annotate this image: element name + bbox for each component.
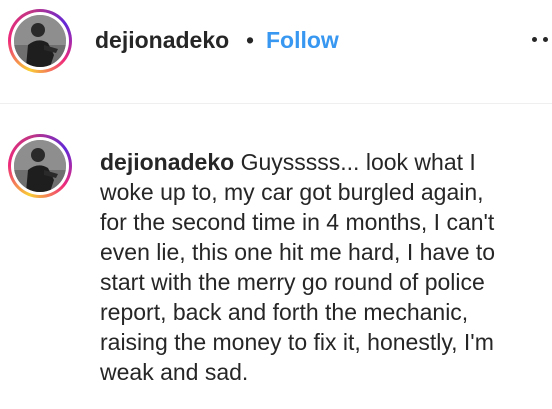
caption-line: report, back and forth the mechanic,: [100, 299, 469, 325]
caption-line: woke up to, my car got burgled again,: [100, 179, 484, 205]
post-header: dejionadeko • Follow: [0, 0, 552, 84]
caption-line: weak and sad.: [100, 359, 249, 385]
caption-username[interactable]: dejionadeko: [100, 149, 234, 175]
profile-avatar[interactable]: [8, 9, 72, 73]
caption-line: even lie, this one hit me hard, I have t…: [100, 239, 496, 265]
separator-dot: •: [246, 27, 255, 53]
caption-text: Guysssss... look what I: [240, 149, 476, 175]
header-divider: [0, 103, 552, 104]
avatar-frame: [11, 137, 69, 195]
more-options-icon[interactable]: [530, 34, 552, 44]
caption-line: dejionadeko Guysssss... look what I: [100, 147, 546, 177]
post-caption: dejionadeko Guysssss... look what I woke…: [100, 147, 546, 387]
avatar-photo: [14, 140, 66, 192]
caption-line: raising the money to fix it, honestly, I…: [100, 329, 494, 355]
avatar-frame: [11, 12, 69, 70]
avatar-photo: [14, 15, 66, 67]
caption-line: start with the merry go round of police: [100, 269, 485, 295]
comment-avatar[interactable]: [8, 134, 72, 198]
follow-button[interactable]: Follow: [266, 25, 339, 55]
header-username[interactable]: dejionadeko: [95, 25, 229, 55]
caption-line: for the second time in 4 months, I can't: [100, 209, 495, 235]
